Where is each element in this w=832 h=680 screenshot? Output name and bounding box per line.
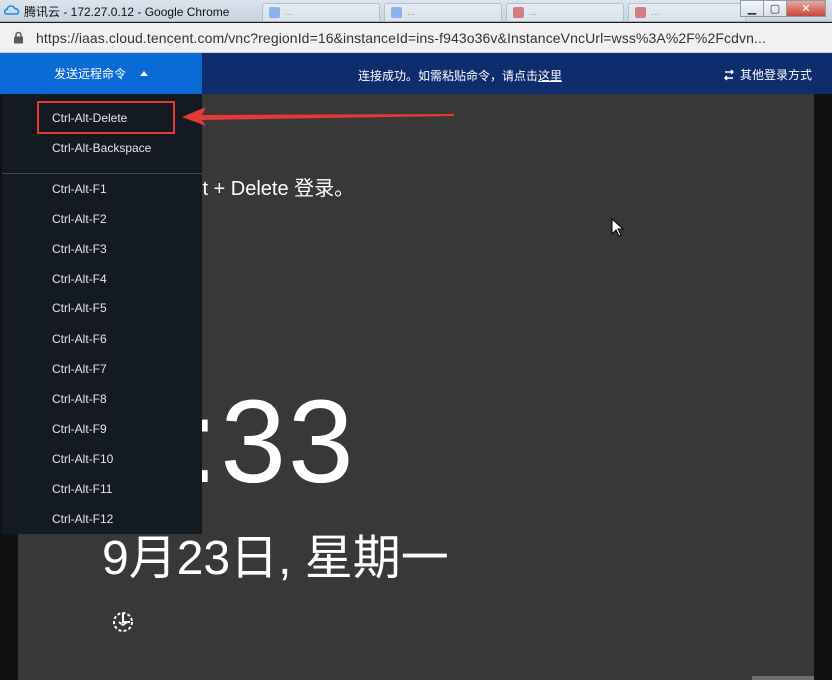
background-tabs: ... ... ... ... (262, 3, 746, 21)
url-field[interactable]: https://iaas.cloud.tencent.com/vnc?regio… (36, 30, 766, 46)
other-login-label: 其他登录方式 (739, 68, 812, 82)
browser-tab[interactable]: ... (262, 3, 380, 21)
menu-item-ctrl-alt-f6[interactable]: Ctrl-Alt-F6 (52, 332, 107, 346)
screen-edge-bar (752, 676, 814, 680)
tencent-cloud-icon (4, 5, 20, 15)
menu-item-ctrl-alt-f5[interactable]: Ctrl-Alt-F5 (52, 301, 107, 315)
annotation-arrow-icon (182, 107, 454, 126)
menu-divider (2, 173, 202, 174)
menu-item-ctrl-alt-f10[interactable]: Ctrl-Alt-F10 (52, 452, 113, 466)
ease-of-access-icon[interactable] (110, 608, 136, 634)
other-login-button[interactable]: 其他登录方式 (723, 66, 812, 83)
menu-item-ctrl-alt-f2[interactable]: Ctrl-Alt-F2 (52, 212, 107, 226)
window-titlebar: 腾讯云 - 172.27.0.12 - Google Chrome ... ..… (0, 0, 832, 22)
close-icon: ✕ (801, 3, 811, 15)
menu-item-ctrl-alt-f12[interactable]: Ctrl-Alt-F12 (52, 512, 113, 526)
login-prompt: lt + Delete 登录。 (198, 178, 355, 200)
remote-command-menu: Ctrl-Alt-Delete Ctrl-Alt-Backspace Ctrl-… (2, 94, 202, 534)
vnc-toolbar: 发送远程命令 连接成功。如需粘贴命令，请点击这里 其他登录方式 (0, 53, 832, 94)
send-remote-command-label: 发送远程命令 (53, 67, 126, 81)
caret-up-icon (140, 71, 148, 76)
menu-item-ctrl-alt-backspace[interactable]: Ctrl-Alt-Backspace (52, 141, 151, 155)
minimize-button[interactable]: ▁ (740, 0, 764, 17)
switch-icon (723, 69, 734, 80)
tab-favicon-icon (635, 7, 646, 18)
vnc-border-right (814, 94, 832, 680)
paste-command-link[interactable]: 这里 (538, 69, 562, 83)
minimize-icon: ▁ (747, 3, 757, 15)
lock-icon[interactable] (13, 31, 24, 44)
connection-message: 连接成功。如需粘贴命令，请点击 (358, 69, 539, 83)
window-controls: ▁ ▢ ✕ (740, 0, 826, 17)
menu-item-ctrl-alt-f1[interactable]: Ctrl-Alt-F1 (52, 182, 107, 196)
tab-favicon-icon (513, 7, 524, 18)
menu-item-ctrl-alt-f4[interactable]: Ctrl-Alt-F4 (52, 272, 107, 286)
close-button[interactable]: ✕ (786, 0, 826, 17)
send-remote-command-button[interactable]: 发送远程命令 (0, 53, 202, 94)
menu-item-ctrl-alt-f8[interactable]: Ctrl-Alt-F8 (52, 392, 107, 406)
menu-item-ctrl-alt-f7[interactable]: Ctrl-Alt-F7 (52, 362, 107, 376)
maximize-icon: ▢ (769, 3, 781, 15)
mouse-cursor-icon (611, 218, 624, 237)
connection-status: 连接成功。如需粘贴命令，请点击这里 (358, 67, 562, 84)
browser-tab[interactable]: ... (506, 3, 624, 21)
tab-favicon-icon (391, 7, 402, 18)
menu-item-ctrl-alt-f9[interactable]: Ctrl-Alt-F9 (52, 422, 107, 436)
annotation-highlight-box (37, 101, 175, 134)
window-title: 腾讯云 - 172.27.0.12 - Google Chrome (24, 5, 230, 19)
address-bar: https://iaas.cloud.tencent.com/vnc?regio… (0, 23, 832, 53)
maximize-button[interactable]: ▢ (763, 0, 787, 17)
tab-favicon-icon (269, 7, 280, 18)
menu-item-ctrl-alt-f3[interactable]: Ctrl-Alt-F3 (52, 242, 107, 256)
browser-tab[interactable]: ... (384, 3, 502, 21)
browser-tab[interactable]: ... (628, 3, 746, 21)
menu-item-ctrl-alt-f11[interactable]: Ctrl-Alt-F11 (52, 482, 112, 496)
